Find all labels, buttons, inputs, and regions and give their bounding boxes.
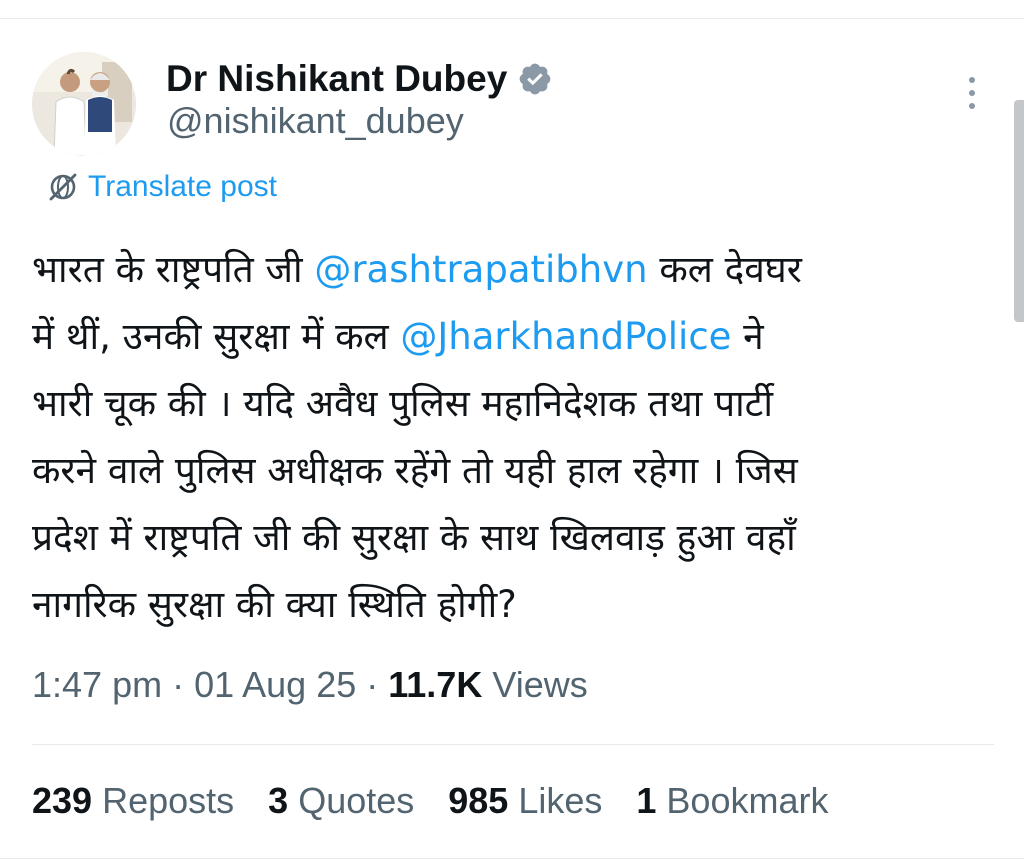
avatar[interactable] (32, 52, 136, 156)
tweet-text-segment: में थीं, उनकी सुरक्षा में कल (32, 315, 401, 358)
quotes-count: 3 (268, 780, 289, 821)
tweet-line: भारत के राष्ट्रपति जी @rashtrapatibhvn क… (32, 236, 992, 303)
bookmarks-count: 1 (636, 780, 657, 821)
quotes-label: Quotes (288, 780, 415, 821)
tweet-date[interactable]: 01 Aug 25 (194, 664, 356, 705)
top-divider (0, 18, 1024, 19)
likes-label: Likes (508, 780, 603, 821)
stats-divider (32, 744, 994, 745)
meta-separator: · (162, 664, 195, 705)
bottom-divider (0, 858, 1024, 859)
verified-badge-icon (519, 63, 551, 95)
engagement-stats: 239 Reposts 3 Quotes 985 Likes 1 Bookmar… (32, 780, 862, 822)
globe-slash-icon (49, 173, 77, 201)
reposts-count: 239 (32, 780, 93, 821)
tweet-text-segment: कल देवघर (647, 248, 802, 291)
quotes-stat[interactable]: 3 Quotes (268, 780, 414, 822)
tweet-line: करने वाले पुलिस अधीक्षक रहेंगे तो यही हा… (32, 449, 798, 492)
likes-count: 985 (448, 780, 509, 821)
views-count: 11.7K (388, 664, 483, 705)
tweet-line: प्रदेश में राष्ट्रपति जी की सुरक्षा के स… (32, 516, 796, 559)
tweet-text-segment: भारत के राष्ट्रपति जी (32, 248, 315, 291)
bookmarks-stat[interactable]: 1 Bookmark (636, 780, 828, 822)
translate-post-label: Translate post (88, 170, 277, 203)
author-handle[interactable]: @nishikant_dubey (167, 100, 464, 142)
tweet-time[interactable]: 1:47 pm (32, 664, 162, 705)
tweet-meta: 1:47 pm · 01 Aug 25 · 11.7K Views (32, 664, 588, 706)
tweet-text: भारत के राष्ट्रपति जी @rashtrapatibhvn क… (32, 236, 992, 638)
tweet-text-segment: ने (731, 315, 764, 358)
mention-rashtrapatibhvn-link[interactable]: @rashtrapatibhvn (314, 248, 647, 291)
more-options-icon[interactable] (960, 74, 984, 112)
scrollbar[interactable] (1014, 100, 1024, 322)
mention-jharkhandpolice-link[interactable]: @JharkhandPolice (400, 315, 731, 358)
likes-stat[interactable]: 985 Likes (448, 780, 602, 822)
translate-post-button[interactable]: Translate post (46, 170, 277, 204)
tweet-detail-page: Dr Nishikant Dubey @nishikant_dubey Tran… (0, 0, 1024, 860)
author-display-name[interactable]: Dr Nishikant Dubey (166, 58, 507, 100)
avatar-photo (32, 52, 136, 156)
bookmarks-label: Bookmark (656, 780, 829, 821)
meta-separator: · (356, 664, 389, 705)
tweet-line: नागरिक सुरक्षा की क्या स्थिति होगी? (32, 583, 517, 626)
author-name-row[interactable]: Dr Nishikant Dubey (166, 56, 553, 102)
tweet-line: भारी चूक की । यदि अवैध पुलिस महानिदेशक त… (32, 382, 773, 425)
views-label: Views (482, 664, 588, 705)
tweet-line: में थीं, उनकी सुरक्षा में कल @JharkhandP… (32, 303, 992, 370)
reposts-label: Reposts (92, 780, 235, 821)
reposts-stat[interactable]: 239 Reposts (32, 780, 234, 822)
